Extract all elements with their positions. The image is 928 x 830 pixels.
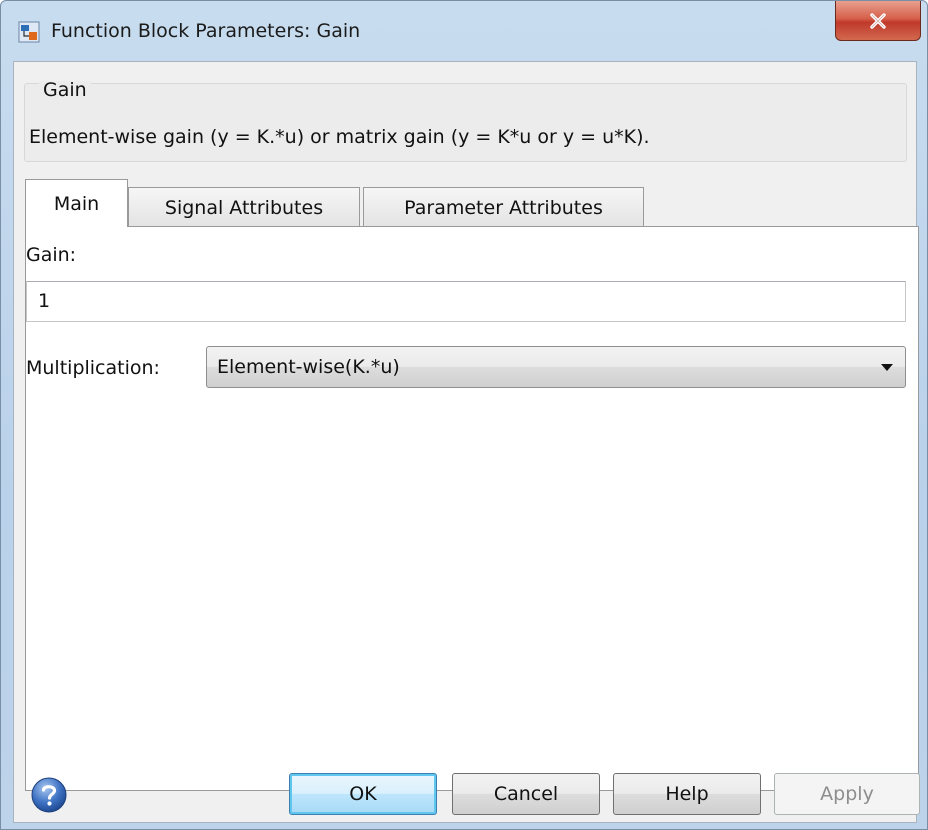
tab-main[interactable]: Main (25, 179, 128, 227)
help-button[interactable]: Help (613, 773, 761, 815)
close-icon (870, 12, 886, 29)
multiplication-select[interactable]: Element-wise(K.*u) (206, 346, 906, 388)
dialog-window: Function Block Parameters: Gain Gain Ele… (0, 0, 928, 830)
cancel-button[interactable]: Cancel (452, 773, 600, 815)
tab-parameter-attributes[interactable]: Parameter Attributes (363, 187, 644, 227)
block-description: Element-wise gain (y = K.*u) or matrix g… (29, 126, 650, 148)
gain-label: Gain: (26, 244, 77, 266)
group-title: Gain (39, 81, 91, 100)
ok-button[interactable]: OK (289, 773, 437, 815)
close-button[interactable] (835, 1, 921, 41)
simulink-block-icon (18, 21, 40, 43)
gain-description-group: Gain Element-wise gain (y = K.*u) or mat… (24, 81, 907, 162)
help-question-icon[interactable] (30, 776, 68, 814)
apply-button[interactable]: Apply (774, 773, 920, 815)
tab-signal-attributes[interactable]: Signal Attributes (128, 187, 360, 227)
title-bar[interactable]: Function Block Parameters: Gain (1, 1, 927, 61)
gain-input[interactable]: 1 (26, 281, 906, 322)
chevron-down-icon (881, 364, 893, 371)
multiplication-label: Multiplication: (26, 357, 160, 379)
window-title: Function Block Parameters: Gain (51, 20, 361, 42)
multiplication-selected-value: Element-wise(K.*u) (217, 356, 400, 378)
